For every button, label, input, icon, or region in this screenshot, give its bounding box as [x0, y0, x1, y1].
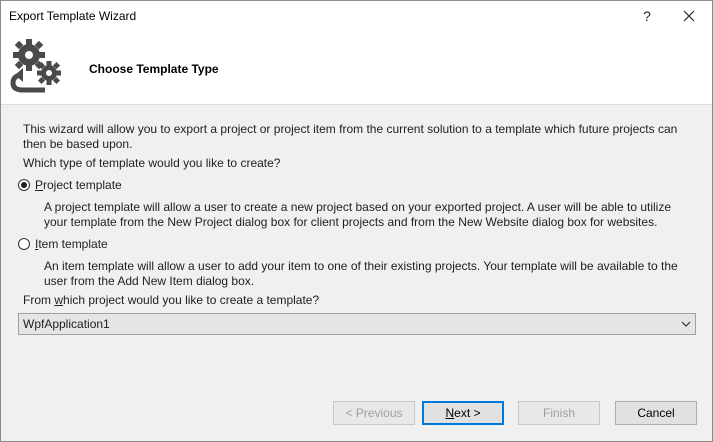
finish-button[interactable]: Finish	[518, 401, 600, 425]
help-icon: ?	[643, 8, 651, 24]
export-template-wizard-window: Export Template Wizard ? Choose Template…	[0, 0, 713, 442]
project-select-value: WpfApplication1	[23, 317, 110, 331]
item-template-description: An item template will allow a user to ad…	[44, 259, 678, 288]
next-button[interactable]: Next >	[422, 401, 504, 425]
window-title: Export Template Wizard	[9, 9, 137, 23]
project-template-label[interactable]: Project template	[35, 178, 122, 192]
intro-text: This wizard will allow you to export a p…	[23, 122, 678, 151]
previous-button[interactable]: < Previous	[333, 401, 415, 425]
cancel-button[interactable]: Cancel	[615, 401, 697, 425]
item-template-radio-option[interactable]: Item template	[18, 237, 108, 251]
project-template-radio-option[interactable]: Project template	[18, 178, 122, 192]
close-icon	[683, 10, 695, 22]
project-select-label: From which project would you like to cre…	[23, 293, 320, 307]
page-title: Choose Template Type	[89, 62, 219, 76]
item-template-label[interactable]: Item template	[35, 237, 108, 251]
export-template-gears-icon	[10, 39, 61, 93]
project-template-radio[interactable]	[18, 179, 30, 191]
wizard-content: This wizard will allow you to export a p…	[1, 105, 712, 441]
help-button[interactable]: ?	[627, 1, 667, 31]
project-template-description: A project template will allow a user to …	[44, 200, 672, 229]
close-button[interactable]	[669, 1, 709, 31]
chevron-down-icon	[681, 321, 691, 327]
template-type-question: Which type of template would you like to…	[23, 156, 281, 170]
title-bar: Export Template Wizard ?	[1, 1, 712, 31]
project-select-dropdown[interactable]: WpfApplication1	[18, 313, 696, 335]
item-template-radio[interactable]	[18, 238, 30, 250]
wizard-header: Choose Template Type	[1, 31, 712, 105]
